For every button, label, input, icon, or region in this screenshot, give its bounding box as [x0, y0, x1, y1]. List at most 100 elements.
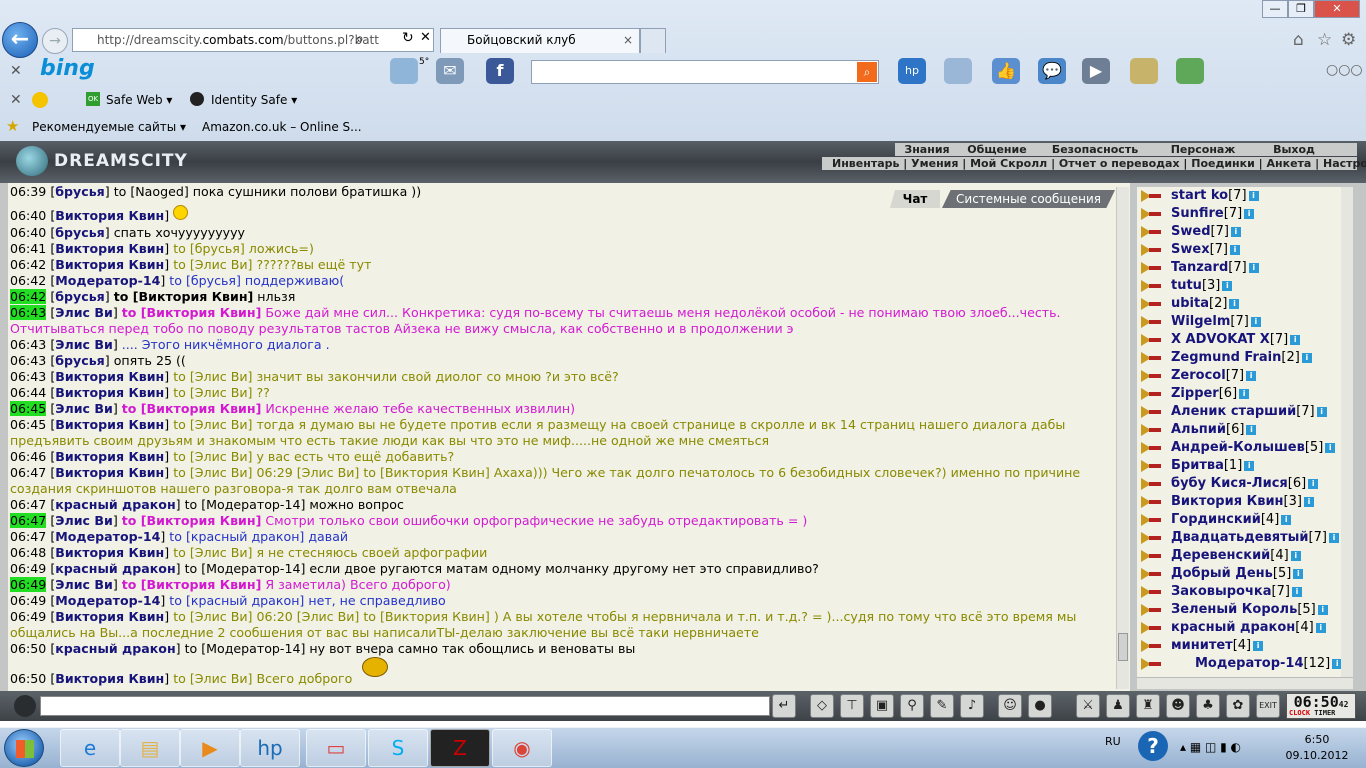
message-author[interactable]: Элис Ви	[55, 337, 113, 352]
minimize-button[interactable]: —	[1262, 0, 1288, 18]
user-nick[interactable]: start ko	[1171, 188, 1228, 203]
user-name[interactable]: Альпий[6] i	[1171, 421, 1257, 439]
user-nick[interactable]: Swed	[1171, 224, 1211, 239]
user-name[interactable]: бубу Кися-Лися[6] i	[1171, 475, 1319, 493]
user-list-item[interactable]: Зеленый Король[5] i	[1137, 601, 1353, 619]
user-list-item[interactable]: X ADVOKAT X[7] i	[1137, 331, 1353, 349]
info-icon[interactable]: i	[1325, 443, 1336, 453]
video-icon[interactable]: ▶	[1082, 58, 1110, 84]
info-icon[interactable]: i	[1230, 245, 1240, 255]
close-tab-icon[interactable]: ×	[623, 29, 633, 52]
user-nick[interactable]: Двадцатьдевятый	[1171, 530, 1309, 545]
message-author[interactable]: Элис Ви	[55, 577, 113, 592]
user-nick[interactable]: Добрый День	[1171, 566, 1273, 581]
message-recipient[interactable]: to [Виктория Квин]	[122, 305, 262, 320]
info-icon[interactable]: i	[1246, 425, 1257, 435]
pencil-icon[interactable]: ✎	[930, 694, 954, 718]
user-list-item[interactable]: Swex[7] i	[1137, 241, 1353, 259]
user-nick[interactable]: Деревенский	[1171, 548, 1270, 563]
user-name[interactable]: красный дракон[4] i	[1171, 619, 1326, 637]
message-time[interactable]: 06:50	[10, 641, 46, 656]
stop-icon[interactable]: ✕	[420, 30, 431, 45]
message-author[interactable]: Виктория Квин	[55, 545, 164, 560]
info-icon[interactable]: i	[1281, 515, 1292, 525]
info-icon[interactable]: i	[1315, 623, 1326, 633]
user-list-scrollbar[interactable]	[1341, 187, 1353, 677]
tab-combats[interactable]: Бойцовский клуб ×	[440, 28, 640, 53]
fav-recommended[interactable]: Рекомендуемые сайты ▾	[32, 120, 186, 134]
help-icon[interactable]: ?	[1138, 731, 1168, 761]
news-icon[interactable]	[1130, 58, 1158, 84]
user-nick[interactable]: бубу Кися-Лися	[1171, 476, 1288, 491]
message-time[interactable]: 06:39	[10, 184, 46, 199]
user-name[interactable]: Деревенский[4] i	[1171, 547, 1301, 565]
info-icon[interactable]: i	[1301, 353, 1312, 363]
back-button[interactable]: ←	[2, 22, 38, 58]
user-list-item[interactable]: Sunfire[7] i	[1137, 205, 1353, 223]
eraser-icon[interactable]: ◇	[810, 694, 834, 718]
sword-icon[interactable]: ⚔	[1076, 694, 1100, 718]
user-nick[interactable]: Zegmund Frain	[1171, 350, 1281, 365]
message-time[interactable]: 06:48	[10, 545, 46, 560]
refresh-icon[interactable]: ↻	[402, 30, 414, 46]
message-author[interactable]: красный дракон	[55, 497, 175, 512]
message-author[interactable]: Виктория Квин	[55, 465, 164, 480]
address-bar[interactable]: http://dreamscity.combats.com/buttons.pl…	[72, 28, 434, 52]
chat-input[interactable]	[40, 696, 770, 716]
info-icon[interactable]: i	[1328, 533, 1339, 543]
user-nick[interactable]: Модератор-14	[1195, 656, 1304, 671]
start-button[interactable]	[4, 729, 44, 767]
close-bing-bar-icon[interactable]: ✕	[10, 63, 22, 79]
user-list-item[interactable]: Добрый День[5] i	[1137, 565, 1353, 583]
message-time[interactable]: 06:50	[10, 671, 46, 686]
info-icon[interactable]: i	[1308, 479, 1319, 489]
message-author[interactable]: Элис Ви	[55, 401, 113, 416]
message-time[interactable]: 06:43	[10, 337, 46, 352]
exit-icon[interactable]: EXIT	[1256, 694, 1280, 718]
user-name[interactable]: Sunfire[7] i	[1171, 205, 1255, 223]
message-time[interactable]: 06:47	[10, 529, 46, 544]
message-time[interactable]: 06:49	[10, 609, 46, 624]
user-nick[interactable]: минитет	[1171, 638, 1233, 653]
user-list-item[interactable]: Swed[7] i	[1137, 223, 1353, 241]
user-name[interactable]: tutu[3] i	[1171, 277, 1233, 295]
info-icon[interactable]: i	[1303, 497, 1314, 507]
user-name[interactable]: Виктория Квин[3] i	[1171, 493, 1314, 511]
close-window-button[interactable]: ✕	[1314, 0, 1360, 18]
person-icon[interactable]: ♟	[1106, 694, 1130, 718]
people-icon[interactable]	[1176, 58, 1204, 84]
taskbar-clock[interactable]: 6:50 09.10.2012	[1282, 732, 1352, 764]
favorites-star-icon[interactable]: ☆	[1317, 30, 1332, 50]
info-icon[interactable]: i	[1246, 371, 1257, 381]
games-icon[interactable]	[944, 58, 972, 84]
user-nick[interactable]: Андрей-Колышев	[1171, 440, 1305, 455]
user-list-item[interactable]: Zipper[6] i	[1137, 385, 1353, 403]
combats-icon[interactable]: Z	[430, 729, 490, 767]
user-name[interactable]: Wilgelm[7] i	[1171, 313, 1261, 331]
user-name[interactable]: Zerocol[7] i	[1171, 367, 1257, 385]
message-time[interactable]: 06:42	[10, 257, 46, 272]
chat-bubble-icon[interactable]: 💬	[1038, 58, 1066, 84]
user-name[interactable]: Аленик старший[7] i	[1171, 403, 1327, 421]
search-icon[interactable]: ⌕	[356, 31, 364, 47]
menu-character[interactable]: Персонаж	[1155, 143, 1251, 156]
user-nick[interactable]: Wilgelm	[1171, 314, 1230, 329]
gear-icon[interactable]: ⚙	[1341, 30, 1356, 50]
user-name[interactable]: start ko[7] i	[1171, 187, 1259, 205]
mail-icon[interactable]: ✉	[436, 58, 464, 84]
message-author[interactable]: Виктория Квин	[55, 609, 164, 624]
norton-check-icon[interactable]	[32, 92, 48, 108]
user-nick[interactable]: X ADVOKAT X	[1171, 332, 1270, 347]
user-nick[interactable]: Sunfire	[1171, 206, 1224, 221]
maximize-button[interactable]: ❐	[1288, 0, 1314, 18]
user-name[interactable]: Добрый День[5] i	[1171, 565, 1304, 583]
info-icon[interactable]: i	[1253, 641, 1264, 651]
message-time[interactable]: 06:47	[10, 497, 46, 512]
facebook-icon[interactable]: f	[486, 58, 514, 84]
info-icon[interactable]: i	[1290, 335, 1301, 345]
flower-icon[interactable]: ✿	[1226, 694, 1250, 718]
user-nick[interactable]: Альпий	[1171, 422, 1226, 437]
message-time[interactable]: 06:49	[10, 593, 46, 608]
info-icon[interactable]: i	[1222, 281, 1233, 291]
message-recipient[interactable]: to [Виктория Квин]	[114, 289, 254, 304]
